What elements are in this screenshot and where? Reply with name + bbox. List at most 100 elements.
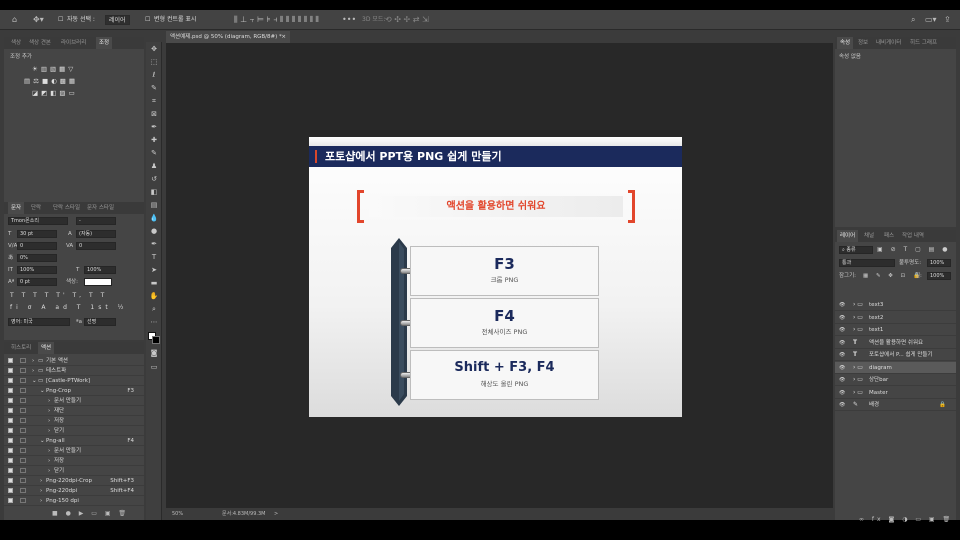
tab-histogram[interactable]: 히드 그래프: [907, 37, 940, 49]
layer-row[interactable]: 👁 › ▭ Master: [835, 387, 956, 399]
zoom-tool-icon[interactable]: ⌕: [149, 304, 159, 314]
layer-row[interactable]: 👁 › ▭ diagram: [835, 361, 956, 374]
action-row[interactable]: › 문서 만들기: [4, 396, 144, 406]
tracking-field[interactable]: 0: [76, 242, 116, 250]
dialog-toggle-icon[interactable]: [20, 388, 26, 393]
expand-open-icon[interactable]: ⌄: [40, 436, 45, 446]
expand-icon[interactable]: ›: [48, 396, 50, 406]
visibility-eye-icon[interactable]: 👁: [839, 387, 845, 399]
action-enable-checkbox[interactable]: [8, 388, 13, 393]
visibility-eye-icon[interactable]: 👁: [839, 312, 845, 324]
visibility-eye-icon[interactable]: 👁: [839, 349, 845, 361]
fill-field[interactable]: 100%: [927, 272, 951, 280]
frame-tool-icon[interactable]: ⊠: [149, 109, 159, 119]
action-row[interactable]: ⌄ Png-all F4: [4, 436, 144, 446]
dialog-toggle-icon[interactable]: [20, 398, 26, 403]
tab-paragraph-styles[interactable]: 단락 스타일: [50, 202, 83, 214]
action-enable-checkbox[interactable]: [8, 478, 13, 483]
expand-icon[interactable]: ›: [48, 426, 50, 436]
dialog-toggle-icon[interactable]: [20, 448, 26, 453]
more-tools-icon[interactable]: ⋯: [149, 317, 159, 327]
action-enable-checkbox[interactable]: [8, 468, 13, 473]
move-tool-icon[interactable]: ✥▾: [33, 15, 44, 25]
action-enable-checkbox[interactable]: [8, 428, 13, 433]
brush-tool-icon[interactable]: ✎: [149, 148, 159, 158]
language-dropdown[interactable]: 영어: 미국: [8, 318, 70, 326]
action-row[interactable]: › Png-220dpi-Crop Shift+F3: [4, 476, 144, 486]
antialias-dropdown[interactable]: 선명: [84, 318, 116, 326]
tab-paths[interactable]: 패스: [881, 230, 897, 242]
expand-open-icon[interactable]: ⌄: [32, 376, 37, 386]
expand-icon[interactable]: ›: [32, 366, 34, 376]
dialog-toggle-icon[interactable]: [20, 408, 26, 413]
quick-select-tool-icon[interactable]: ✎: [149, 83, 159, 93]
history-brush-tool-icon[interactable]: ↺: [149, 174, 159, 184]
kerning-field[interactable]: 0: [17, 242, 57, 250]
tab-character[interactable]: 문자: [8, 202, 25, 214]
action-row[interactable]: › 재단: [4, 406, 144, 416]
expand-icon[interactable]: ›: [48, 416, 50, 426]
type-tool-icon[interactable]: T: [149, 252, 159, 262]
clone-stamp-tool-icon[interactable]: ♟: [149, 161, 159, 171]
action-enable-checkbox[interactable]: [8, 448, 13, 453]
lock-icons[interactable]: ▦ ✎ ✥ ⊡ 🔒: [863, 272, 923, 280]
expand-open-icon[interactable]: ⌄: [40, 386, 45, 396]
slide-canvas[interactable]: 포토샵에서 PPT용 PNG 쉽게 만들기 액션을 활용하면 쉬워요 F3 크롭…: [309, 137, 682, 417]
quick-mask-icon[interactable]: ◙: [149, 348, 159, 358]
hand-tool-icon[interactable]: ✋: [149, 291, 159, 301]
status-arrow-icon[interactable]: >: [274, 508, 278, 520]
tab-swatches[interactable]: 색상 견본: [26, 37, 54, 49]
background-color-swatch[interactable]: [152, 336, 160, 344]
action-enable-checkbox[interactable]: [8, 488, 13, 493]
home-icon[interactable]: ⌂: [12, 15, 17, 25]
tab-navigator[interactable]: 내비게이터: [873, 37, 904, 49]
tab-color[interactable]: 색상: [8, 37, 24, 49]
dialog-toggle-icon[interactable]: [20, 418, 26, 423]
tab-layers[interactable]: 레이어: [837, 230, 859, 242]
action-enable-checkbox[interactable]: [8, 398, 13, 403]
font-family-dropdown[interactable]: Tmon몬소리: [8, 217, 68, 225]
action-enable-checkbox[interactable]: [8, 408, 13, 413]
layer-row[interactable]: 👁 › ▭ text1: [835, 324, 956, 336]
action-enable-checkbox[interactable]: [8, 458, 13, 463]
action-row[interactable]: › Png-220dpi Shift+F4: [4, 486, 144, 496]
tab-character-styles[interactable]: 문자 스타일: [84, 202, 117, 214]
action-row[interactable]: › 닫기: [4, 466, 144, 476]
action-enable-checkbox[interactable]: [8, 358, 13, 363]
layer-row[interactable]: 👁 T 액션을 활용하면 쉬워요: [835, 337, 956, 349]
layer-row[interactable]: 👁 ✎ 배경 🔒: [835, 399, 956, 411]
action-enable-checkbox[interactable]: [8, 498, 13, 503]
dialog-toggle-icon[interactable]: [20, 358, 26, 363]
workspace-icon[interactable]: ▭▾: [925, 15, 937, 25]
layer-row[interactable]: 👁 › ▭ text3: [835, 299, 956, 311]
expand-icon[interactable]: ›: [40, 486, 42, 496]
auto-select-checkbox[interactable]: ☐: [58, 15, 63, 25]
blur-tool-icon[interactable]: 💧: [149, 213, 159, 223]
dialog-toggle-icon[interactable]: [20, 368, 26, 373]
text-color-swatch[interactable]: [84, 278, 112, 286]
visibility-eye-icon[interactable]: 👁: [839, 324, 845, 336]
vertical-scale-field[interactable]: 100%: [17, 266, 57, 274]
tab-history-log[interactable]: 작업 내역: [899, 230, 927, 242]
healing-brush-tool-icon[interactable]: ✚: [149, 135, 159, 145]
action-row[interactable]: › 문서 만들기: [4, 446, 144, 456]
close-tab-icon[interactable]: ×: [281, 31, 286, 43]
layer-filter-dropdown[interactable]: ⌕ 종류: [839, 246, 873, 254]
distribute-icons[interactable]: ⫴ ⫴ ⫴ ⫴ ⫴ ⫴ ⫴: [280, 15, 319, 25]
action-controls[interactable]: ■ ● ▶ ▭ ▣ 🗑: [52, 510, 129, 520]
expand-icon[interactable]: ›: [40, 476, 42, 486]
action-enable-checkbox[interactable]: [8, 378, 13, 383]
pen-tool-icon[interactable]: ✒: [149, 239, 159, 249]
action-row[interactable]: ⌄ ▭ [Castle-PTWork]: [4, 376, 144, 386]
dialog-toggle-icon[interactable]: [20, 488, 26, 493]
marquee-tool-icon[interactable]: ⬚: [149, 57, 159, 67]
tab-channels[interactable]: 채널: [861, 230, 877, 242]
tab-libraries[interactable]: 라이브러리: [58, 37, 89, 49]
lasso-tool-icon[interactable]: ℓ: [149, 70, 159, 80]
action-row[interactable]: › Png-150 dpi: [4, 496, 144, 506]
tab-adjustments[interactable]: 조정: [96, 37, 113, 49]
action-enable-checkbox[interactable]: [8, 438, 13, 443]
action-row[interactable]: › ▭ 테스트파: [4, 366, 144, 376]
dialog-toggle-icon[interactable]: [20, 468, 26, 473]
expand-icon[interactable]: ›: [48, 466, 50, 476]
